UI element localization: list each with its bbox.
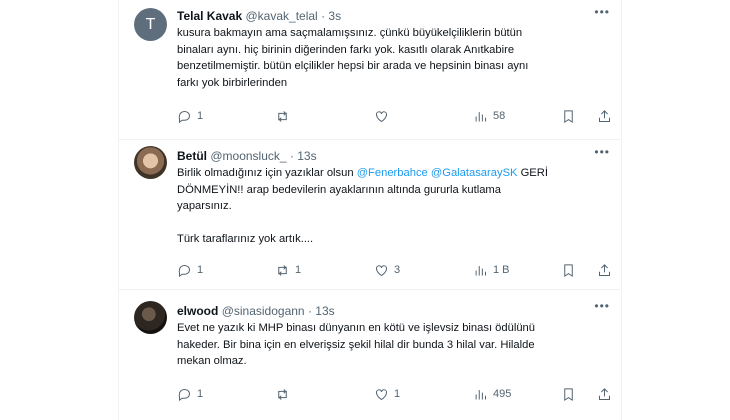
tweet-feed: T Telal Kavak @kavak_telal · 3s ••• kusu… — [118, 0, 622, 420]
tweet-text-line: yaparsınız. — [177, 200, 232, 212]
tweet-text-line — [177, 215, 602, 232]
user-handle[interactable]: @kavak_telal — [246, 9, 318, 23]
user-handle[interactable]: @sinasidogann — [222, 304, 305, 318]
tweet-text-segment: Birlik olmadığınız için yazıklar olsun — [177, 167, 357, 179]
like-count: 3 — [394, 264, 401, 276]
tweet-text-line: benzetilmemiştir. bütün elçilikler hepsi… — [177, 60, 529, 72]
separator-dot: · — [307, 304, 312, 318]
bookmark-button[interactable] — [561, 106, 576, 126]
tweet-actions: 1 1 495 — [177, 384, 610, 404]
tweet-actions: 1 58 — [177, 106, 610, 126]
reply-icon — [178, 110, 190, 123]
retweet-button[interactable] — [275, 384, 295, 404]
separator-dot: · — [321, 9, 326, 23]
mention-link[interactable]: @GalatasaraySK — [431, 167, 518, 179]
tweet-header: Telal Kavak @kavak_telal · 3s — [177, 9, 341, 23]
user-handle[interactable]: @moonsluck_ — [210, 149, 286, 163]
share-icon — [599, 387, 610, 400]
tweet-text-segment: GERİ — [517, 167, 548, 179]
reply-count: 1 — [197, 264, 204, 276]
avatar[interactable] — [134, 301, 167, 334]
more-options-icon[interactable]: ••• — [594, 145, 610, 159]
display-name[interactable]: elwood — [177, 304, 218, 318]
share-button[interactable] — [597, 106, 612, 126]
bookmark-icon — [564, 387, 573, 401]
timestamp[interactable]: 13s — [315, 304, 334, 318]
display-name[interactable]: Telal Kavak — [177, 9, 242, 23]
reply-count: 1 — [197, 110, 204, 122]
tweet-text: Evet ne yazık ki MHP binası dünyanın en … — [177, 320, 602, 370]
share-icon — [599, 263, 610, 276]
reply-button[interactable]: 1 — [177, 106, 203, 126]
tweet-text-line: farkı yok birbirlerinden — [177, 76, 288, 89]
share-button[interactable] — [597, 384, 612, 404]
separator-dot: · — [289, 149, 294, 163]
views-chart-icon — [475, 265, 486, 275]
tweet-text: Birlik olmadığınız için yazıklar olsun @… — [177, 165, 602, 248]
heart-icon — [376, 264, 387, 276]
tweet-header: Betül @moonsluck_ · 13s — [177, 149, 317, 163]
reply-button[interactable]: 1 — [177, 260, 203, 280]
avatar[interactable]: T — [134, 8, 167, 41]
views-count: 495 — [493, 388, 512, 400]
reply-icon — [178, 388, 190, 401]
tweet-actions: 1 1 3 1 B — [177, 260, 610, 280]
more-options-icon[interactable]: ••• — [594, 299, 610, 313]
tweet-text-line: mekan olmaz. — [177, 355, 247, 367]
reply-button[interactable]: 1 — [177, 384, 203, 404]
tweet[interactable]: T Telal Kavak @kavak_telal · 3s ••• kusu… — [119, 0, 621, 140]
retweet-icon — [278, 264, 287, 276]
views-button[interactable]: 1 B — [473, 260, 510, 280]
retweet-icon — [278, 388, 287, 400]
bookmark-button[interactable] — [561, 384, 576, 404]
views-button[interactable]: 58 — [473, 106, 505, 126]
heart-icon — [376, 388, 387, 400]
timestamp[interactable]: 13s — [297, 149, 316, 163]
tweet-text: kusura bakmayın ama saçmalamışsınız. çün… — [177, 25, 602, 91]
tweet-text-line: DÖNMEYİN!! arap bedevilerin ayaklarının … — [177, 183, 501, 196]
tweet[interactable]: Betül @moonsluck_ · 13s ••• Birlik olmad… — [119, 140, 621, 290]
like-button[interactable]: 3 — [374, 260, 400, 280]
views-count: 1 B — [493, 264, 510, 276]
tweet-text-line: Birlik olmadığınız için yazıklar olsun @… — [177, 165, 602, 182]
more-options-icon[interactable]: ••• — [594, 5, 610, 19]
tweet-text-line: Türk taraflarınız yok artık.... — [177, 233, 314, 245]
reply-count: 1 — [197, 388, 204, 400]
like-button[interactable]: 1 — [374, 384, 400, 404]
tweet-header: elwood @sinasidogann · 13s — [177, 304, 335, 318]
retweet-button[interactable]: 1 — [275, 260, 301, 280]
tweet-text-line: Evet ne yazık ki MHP binası dünyanın en … — [177, 322, 535, 334]
tweet-text-line: binaları aynı. hiç birinin diğerinden fa… — [177, 43, 515, 56]
retweet-icon — [278, 110, 287, 122]
mention-link[interactable]: @Fenerbahce — [357, 167, 428, 179]
share-button[interactable] — [597, 260, 612, 280]
tweet-text-line: hakeder. Bir bina için en elverişsiz şek… — [177, 338, 535, 351]
display-name[interactable]: Betül — [177, 149, 207, 163]
like-count: 1 — [394, 388, 401, 400]
tweet[interactable]: elwood @sinasidogann · 13s ••• Evet ne y… — [119, 290, 621, 420]
like-button[interactable] — [374, 106, 394, 126]
views-chart-icon — [475, 389, 486, 399]
heart-icon — [376, 110, 387, 122]
bookmark-icon — [564, 263, 573, 277]
views-button[interactable]: 495 — [473, 384, 511, 404]
retweet-button[interactable] — [275, 106, 295, 126]
bookmark-icon — [564, 109, 573, 123]
timestamp[interactable]: 3s — [328, 9, 341, 23]
avatar[interactable] — [134, 146, 167, 179]
bookmark-button[interactable] — [561, 260, 576, 280]
tweet-text-line: kusura bakmayın ama saçmalamışsınız. çün… — [177, 27, 523, 39]
retweet-count: 1 — [295, 264, 302, 276]
reply-icon — [178, 264, 190, 277]
share-icon — [599, 109, 610, 122]
views-count: 58 — [493, 110, 506, 122]
views-chart-icon — [475, 111, 486, 121]
